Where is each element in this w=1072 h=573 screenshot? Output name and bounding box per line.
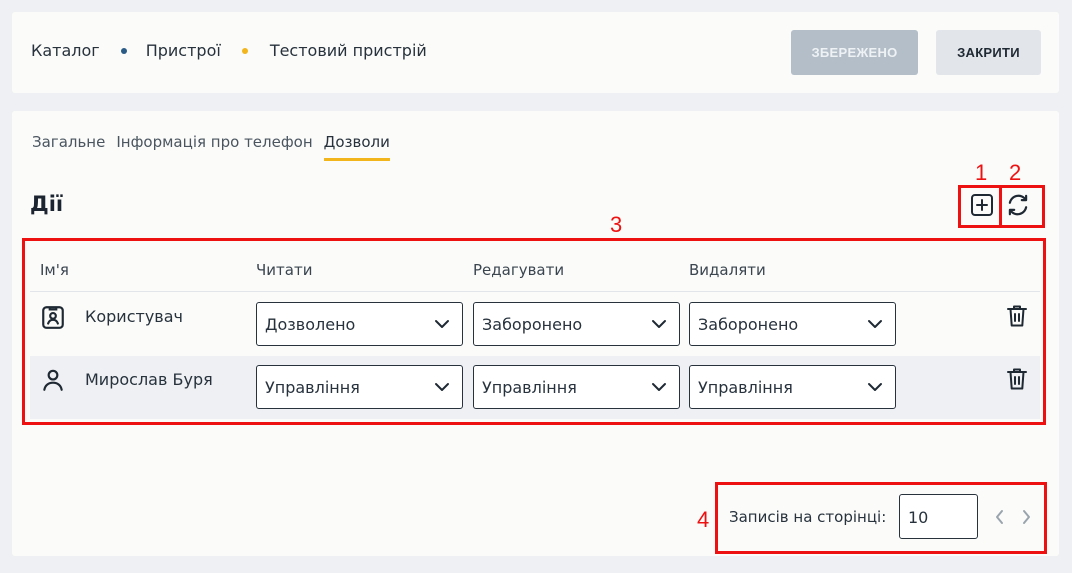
annotation-label-3: 3 (610, 212, 623, 237)
breadcrumb-separator-dot (241, 47, 248, 54)
annotation-label-4: 4 (697, 507, 710, 532)
tab-permissions[interactable]: Дозволи (323, 133, 390, 161)
breadcrumb-item-devices[interactable]: Пристрої (146, 41, 221, 60)
breadcrumb: Каталог Пристрої Тестовий пристрій (31, 41, 427, 60)
annotation-label-1: 1 (975, 160, 988, 185)
tab-general[interactable]: Загальне (32, 133, 105, 161)
annotation-box-3 (22, 238, 1046, 425)
breadcrumb-item-current: Тестовий пристрій (269, 41, 427, 60)
header-bar: Каталог Пристрої Тестовий пристрій ЗБЕРЕ… (12, 12, 1059, 93)
annotation-box-1 (958, 185, 1002, 228)
close-button[interactable]: ЗАКРИТИ (936, 30, 1041, 75)
annotation-box-4 (715, 482, 1047, 554)
tab-phone-info[interactable]: Інформація про телефон (116, 133, 312, 161)
saved-button[interactable]: ЗБЕРЕЖЕНО (791, 30, 918, 75)
annotation-label-2: 2 (1009, 160, 1022, 185)
tab-bar: Загальне Інформація про телефон Дозволи (32, 133, 401, 161)
breadcrumb-separator-dot (120, 47, 127, 54)
section-title: Дії (30, 192, 64, 216)
breadcrumb-item-catalog[interactable]: Каталог (31, 41, 100, 60)
annotation-box-2 (999, 185, 1045, 228)
